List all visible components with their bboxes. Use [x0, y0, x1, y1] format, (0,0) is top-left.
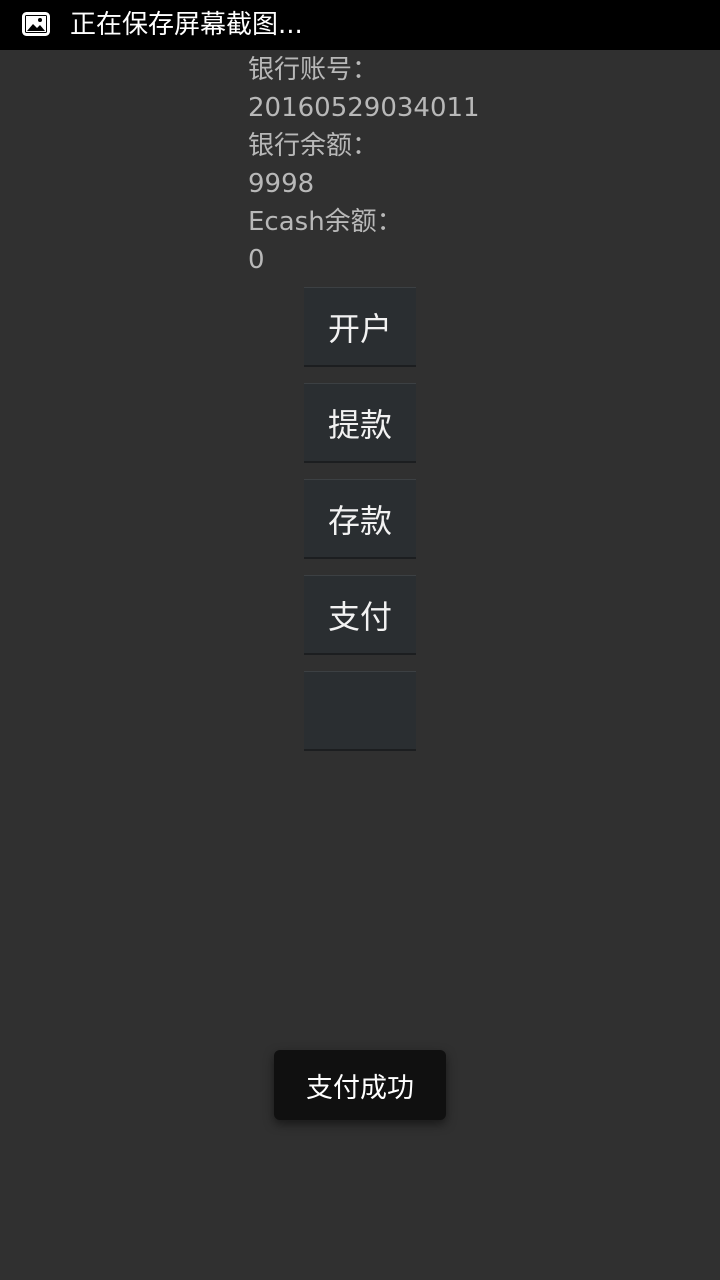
status-notification-text: 正在保存屏幕截图...: [70, 10, 303, 40]
withdraw-button[interactable]: 提款: [304, 383, 416, 463]
image-icon: [22, 12, 50, 36]
bank-balance-value: 9998: [248, 169, 315, 199]
blank-button[interactable]: [304, 671, 416, 751]
bank-account-value: 20160529034011: [248, 93, 480, 123]
bank-balance-label: 银行余额：: [248, 131, 379, 161]
bank-account-label: 银行账号：: [248, 55, 379, 85]
ecash-balance-label: Ecash余额：: [248, 207, 403, 237]
deposit-button[interactable]: 存款: [304, 479, 416, 559]
toast-message: 支付成功: [274, 1050, 446, 1120]
ecash-balance-value: 0: [248, 245, 265, 275]
app-screen: 正在保存屏幕截图... 银行账号： 20160529034011 银行余额： 9…: [0, 0, 720, 1280]
pay-button[interactable]: 支付: [304, 575, 416, 655]
open-account-button[interactable]: 开户: [304, 287, 416, 367]
account-info: 银行账号： 20160529034011 银行余额： 9998 Ecash余额：…: [248, 51, 480, 279]
status-bar: 正在保存屏幕截图...: [0, 0, 720, 50]
